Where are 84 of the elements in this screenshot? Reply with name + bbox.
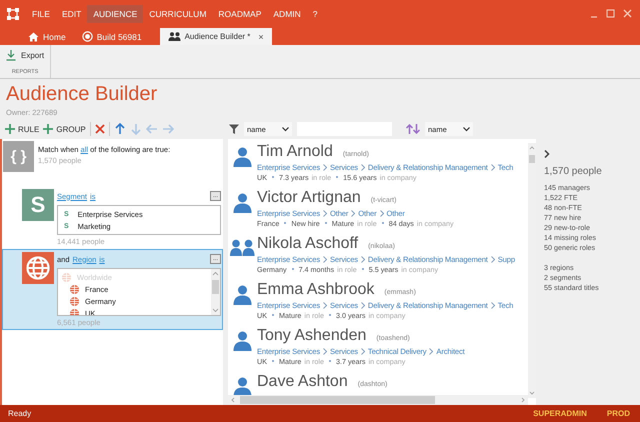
download-icon: [6, 50, 16, 61]
globe-icon: [70, 284, 79, 294]
page-title: Audience Builder: [6, 83, 158, 105]
arrow-up-icon: [114, 123, 126, 135]
menu-item[interactable]: ROADMAP: [212, 4, 268, 22]
separator-dot: [272, 314, 274, 316]
separator-dot: [272, 360, 274, 362]
chevron-icon: [490, 164, 495, 170]
close-icon[interactable]: [623, 9, 632, 18]
maximize-icon[interactable]: [606, 9, 615, 18]
caret-icon: [282, 126, 289, 132]
chevron-icon: [323, 210, 327, 216]
plus-icon: [43, 124, 54, 134]
globe-icon: [70, 296, 79, 306]
menu-item[interactable]: ADMIN: [267, 4, 307, 22]
separator-dot: [336, 176, 338, 178]
caret-icon: [463, 126, 470, 132]
chevron-icon: [380, 210, 384, 216]
chevron-icon: [323, 302, 327, 308]
person-name: Tim Arnold: [257, 143, 333, 161]
people-total: 1,570 people: [544, 166, 603, 177]
delete-button[interactable]: [94, 124, 105, 134]
menu-item[interactable]: ?: [306, 4, 324, 22]
globe-icon: [62, 272, 71, 282]
add-button[interactable]: GROUP: [43, 124, 86, 134]
chevron-icon: [490, 302, 495, 308]
menu-item[interactable]: FILE: [26, 4, 56, 22]
separator-dot: [324, 222, 327, 224]
separator-dot: [284, 222, 286, 224]
separator-dot: [328, 314, 331, 316]
sort-icon: [406, 124, 420, 134]
menu-item[interactable]: CURRICULUM: [143, 4, 212, 22]
chevron-icon: [360, 302, 365, 308]
arrow-left-icon: [146, 123, 158, 135]
move-button[interactable]: [114, 123, 126, 135]
filter-icon: [229, 124, 239, 134]
chevron-icon: [351, 210, 356, 216]
plus-icon: [5, 124, 15, 134]
arrow-right-icon: [162, 123, 174, 135]
chevron-icon: [323, 164, 327, 170]
tab-label: Home: [43, 32, 66, 42]
status-text: Ready: [8, 409, 32, 418]
person-name: Dave Ashton: [257, 373, 348, 391]
separator-dot: [362, 268, 364, 270]
globe-icon: [70, 308, 79, 315]
tab-label: Build 56981: [96, 32, 142, 42]
tab-label: Audience Builder *: [184, 32, 250, 41]
separator-dot: [272, 176, 274, 178]
chevron-icon: [360, 348, 365, 354]
tab[interactable]: Audience Builder * ×: [160, 28, 272, 45]
separator-dot: [292, 268, 294, 270]
scrollbar[interactable]: [228, 395, 528, 405]
add-button[interactable]: RULE: [5, 124, 40, 134]
chevron-icon: [323, 256, 327, 262]
environment-label: PROD: [606, 409, 630, 418]
tab[interactable]: Home: [20, 28, 74, 45]
group-icon: { }: [3, 141, 34, 172]
chevron-icon[interactable]: [544, 150, 550, 158]
people-icon: [228, 239, 257, 256]
target-icon: [82, 31, 93, 42]
person-name: Tony Ashenden: [257, 327, 366, 345]
person-name: Emma Ashbrook: [257, 281, 374, 299]
menu-item[interactable]: EDIT: [56, 4, 88, 22]
chevron-icon: [360, 164, 365, 170]
arrow-down-icon: [130, 123, 142, 135]
person-name: Victor Artignan: [257, 189, 361, 207]
user-role: SUPERADMIN: [533, 409, 587, 418]
tab[interactable]: Build 56981: [74, 28, 150, 45]
scrollbar[interactable]: [211, 269, 220, 315]
chevron-icon: [429, 348, 434, 354]
chevron-icon: [323, 348, 327, 354]
tab-close-button[interactable]: ×: [258, 32, 264, 42]
delete-icon: [94, 124, 105, 134]
menu-item[interactable]: AUDIENCE: [87, 4, 144, 22]
chevron-icon: [360, 256, 365, 262]
separator-dot: [382, 222, 384, 224]
chevron-icon: [490, 256, 495, 262]
scrollbar[interactable]: [528, 143, 536, 398]
home-icon: [28, 32, 39, 42]
person-name: Nikola Aschoff: [257, 235, 358, 253]
export-button[interactable]: Export: [6, 50, 44, 61]
logo-icon: [6, 6, 20, 20]
separator-dot: [328, 360, 331, 362]
people-icon: [168, 32, 181, 41]
